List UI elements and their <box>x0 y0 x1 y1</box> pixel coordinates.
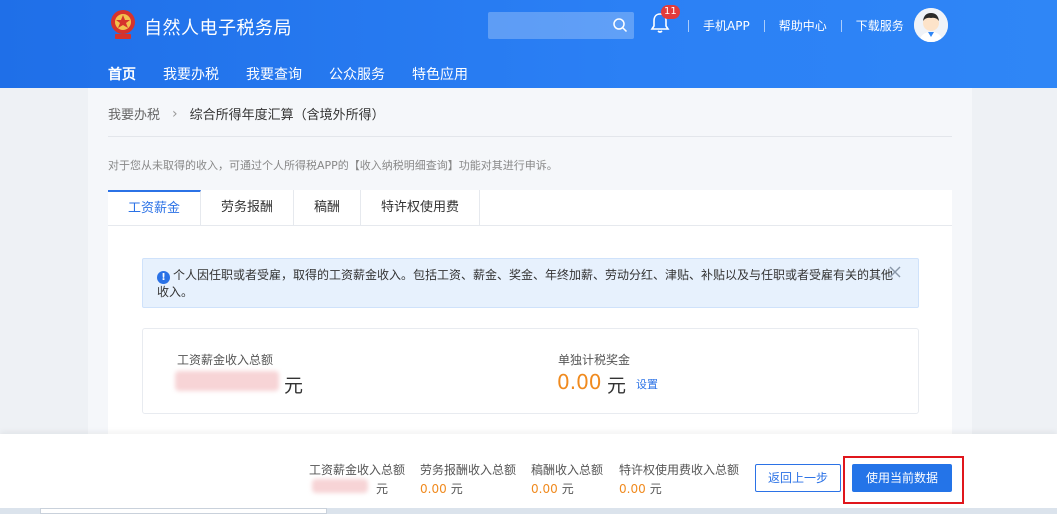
site-title: 自然人电子税务局 <box>144 18 292 39</box>
chevron-right-icon: › <box>172 105 178 122</box>
redacted-bottom-salary <box>312 479 368 493</box>
bonus-amount: 0.00 <box>557 370 602 394</box>
bottom-royalty-label: 特许权使用费收入总额 <box>619 463 740 477</box>
tab-author-remuneration[interactable]: 稿酬 <box>294 190 362 226</box>
breadcrumb-current: 综合所得年度汇算（含境外所得） <box>189 108 385 123</box>
bonus-unit: 元 <box>607 375 627 397</box>
salary-total-label: 工资薪金收入总额 <box>177 353 274 367</box>
salary-unit: 元 <box>284 375 304 397</box>
close-icon[interactable] <box>888 265 902 279</box>
info-alert: ! 个人因任职或者受雇，取得的工资薪金收入。包括工资、薪金、奖金、年终加薪、劳动分… <box>142 258 919 308</box>
taskbar-input[interactable] <box>40 508 327 514</box>
breadcrumb-parent[interactable]: 我要办税 <box>108 104 160 123</box>
bottom-royalty-unit: 元 <box>649 482 662 496</box>
nav-query[interactable]: 我要查询 <box>246 64 302 90</box>
bottom-labor-value: 0.00 元 <box>420 480 463 497</box>
bonus-label: 单独计税奖金 <box>558 353 631 367</box>
download-service-link[interactable]: 下载服务 <box>842 17 918 34</box>
tab-salary[interactable]: 工资薪金 <box>108 190 202 226</box>
tax-emblem-icon <box>111 10 135 39</box>
bottom-royalty-value: 0.00 元 <box>619 480 662 497</box>
bottom-author-amount: 0.00 <box>531 482 558 496</box>
bottom-salary-unit: 元 <box>376 482 389 496</box>
divider <box>108 136 952 137</box>
mobile-app-link[interactable]: 手机APP <box>689 17 764 34</box>
search-input[interactable] <box>488 12 608 39</box>
search-icon[interactable] <box>612 17 628 33</box>
bottom-author-unit: 元 <box>561 482 574 496</box>
bottom-labor-amount: 0.00 <box>420 482 447 496</box>
top-links: 手机APP 帮助中心 下载服务 <box>688 17 918 34</box>
help-center-link[interactable]: 帮助中心 <box>765 17 841 34</box>
tab-royalties[interactable]: 特许权使用费 <box>361 190 481 226</box>
main-nav: 首页 我要办税 我要查询 公众服务 特色应用 <box>108 64 495 92</box>
notification-badge: 11 <box>661 5 680 19</box>
breadcrumb: 我要办税 › 综合所得年度汇算（含境外所得） <box>108 104 385 124</box>
nav-featured-apps[interactable]: 特色应用 <box>412 64 468 90</box>
bottom-author-value: 0.00 元 <box>531 480 574 497</box>
highlight-annotation-box <box>843 456 964 504</box>
income-summary: 工资薪金收入总额 元 单独计税奖金 0.00 元 设置 <box>142 328 919 414</box>
nav-public-service[interactable]: 公众服务 <box>329 64 385 90</box>
bottom-labor-label: 劳务报酬收入总额 <box>420 463 517 477</box>
bottom-royalty-amount: 0.00 <box>619 482 646 496</box>
user-avatar[interactable] <box>914 8 948 42</box>
tab-labor-remuneration[interactable]: 劳务报酬 <box>201 190 295 226</box>
search-box[interactable] <box>488 12 634 39</box>
top-header: 自然人电子税务局 11 手机APP 帮助中心 下载服务 首页 我要办税 我要查询 <box>0 0 1057 92</box>
bonus-settings-link[interactable]: 设置 <box>636 376 658 392</box>
income-card: 工资薪金 劳务报酬 稿酬 特许权使用费 ! 个人因任职或者受雇，取得的工资薪金收入… <box>108 190 952 440</box>
appeal-notice: 对于您从未取得的收入，可通过个人所得税APP的【收入纳税明细查询】功能对其进行申… <box>108 159 558 172</box>
income-tabs: 工资薪金 劳务报酬 稿酬 特许权使用费 <box>108 190 952 226</box>
bottom-salary-label: 工资薪金收入总额 <box>309 463 406 477</box>
alert-text: 个人因任职或者受雇，取得的工资薪金收入。包括工资、薪金、奖金、年终加薪、劳动分红… <box>157 268 894 299</box>
avatar-icon <box>914 8 948 42</box>
info-icon: ! <box>157 271 170 284</box>
nav-tax-handling[interactable]: 我要办税 <box>163 64 219 90</box>
bottom-author-label: 稿酬收入总额 <box>531 463 604 477</box>
nav-home[interactable]: 首页 <box>108 64 136 92</box>
back-button[interactable]: 返回上一步 <box>755 464 841 492</box>
redacted-salary-amount <box>175 371 279 391</box>
bottom-salary-value: 元 <box>372 480 388 497</box>
bottom-labor-unit: 元 <box>450 482 463 496</box>
